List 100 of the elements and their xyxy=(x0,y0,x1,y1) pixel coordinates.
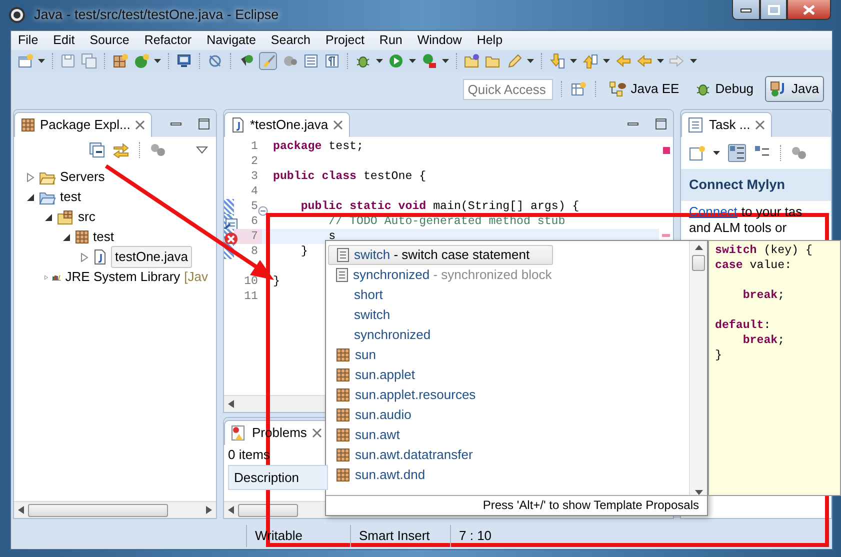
list-icon[interactable] xyxy=(303,53,319,69)
completion-item[interactable]: sun xyxy=(328,345,689,365)
line-number: 8 xyxy=(251,244,258,260)
close-icon[interactable] xyxy=(333,120,344,130)
caret-icon[interactable] xyxy=(603,59,610,63)
class-icon[interactable] xyxy=(133,53,149,69)
menu-item[interactable]: Run xyxy=(379,31,402,50)
scroll-right-icon[interactable] xyxy=(206,506,212,514)
run-tool-icon[interactable] xyxy=(421,53,437,69)
error-overview-marker[interactable] xyxy=(662,147,670,154)
collapse-fold-icon[interactable] xyxy=(258,206,268,216)
view-tab[interactable]: Package Expl... xyxy=(14,112,152,137)
collapsed-triangle-icon[interactable] xyxy=(44,272,48,282)
completion-item[interactable]: synchronized xyxy=(328,325,689,345)
collapsed-triangle-icon[interactable] xyxy=(80,252,89,262)
caret-icon[interactable] xyxy=(38,59,45,63)
completion-item[interactable]: synchronized - synchronized block xyxy=(328,265,689,285)
tree-item[interactable]: test xyxy=(60,187,81,207)
expanded-triangle-icon[interactable] xyxy=(62,232,71,242)
collapsed-triangle-icon[interactable] xyxy=(26,172,35,182)
new-task-icon[interactable] xyxy=(689,145,705,161)
caret-icon[interactable] xyxy=(376,59,383,63)
caret-icon[interactable] xyxy=(657,59,664,63)
highlight-toggle-button[interactable] xyxy=(259,52,277,70)
completion-item[interactable]: sun.awt xyxy=(328,425,689,445)
perspective-button[interactable]: Debug xyxy=(690,76,759,102)
caret-icon[interactable] xyxy=(527,59,534,63)
menu-item[interactable]: Project xyxy=(326,31,364,50)
scroll-left-icon[interactable] xyxy=(228,400,234,408)
scrollbar-thumb[interactable] xyxy=(238,504,298,516)
scrollbar-thumb[interactable] xyxy=(28,504,168,516)
caret-icon[interactable] xyxy=(154,59,161,63)
scroll-left-icon[interactable] xyxy=(18,506,24,514)
caret-icon[interactable] xyxy=(442,59,449,63)
new-file-icon[interactable] xyxy=(17,53,33,69)
gears-icon[interactable] xyxy=(150,142,166,158)
scroll-down-icon[interactable] xyxy=(694,490,702,495)
scrollbar-thumb[interactable] xyxy=(692,255,705,271)
categorized-icon[interactable] xyxy=(729,145,745,161)
tree-item[interactable]: testOne.java xyxy=(111,246,192,268)
up-arrow-icon[interactable] xyxy=(582,53,598,69)
maximize-icon[interactable] xyxy=(655,118,667,130)
link-arrows-icon[interactable] xyxy=(113,142,129,158)
completion-item[interactable]: switch - switch case statement xyxy=(328,245,553,265)
tree-item[interactable]: JRE System Library xyxy=(65,267,180,287)
editor-tab[interactable]: *testOne.java xyxy=(224,112,350,137)
crossed-circle-icon[interactable] xyxy=(207,53,223,69)
minimize-button[interactable] xyxy=(732,0,760,20)
caret-icon[interactable] xyxy=(713,151,720,155)
close-icon[interactable] xyxy=(135,120,146,130)
menu-item[interactable]: Source xyxy=(90,31,130,50)
gears-icon[interactable] xyxy=(791,145,807,161)
scroll-up-icon[interactable] xyxy=(694,245,702,250)
view-tab[interactable]: Task ... xyxy=(681,112,772,137)
run-icon[interactable] xyxy=(388,53,404,69)
error-overview-marker[interactable] xyxy=(662,234,670,237)
completion-item[interactable]: short xyxy=(328,285,689,305)
maximize-icon[interactable] xyxy=(198,118,210,130)
expanded-triangle-icon[interactable] xyxy=(44,212,53,222)
scroll-left-icon[interactable] xyxy=(228,506,234,514)
down-arrow-icon[interactable] xyxy=(549,53,565,69)
open-folder-icon[interactable] xyxy=(464,53,480,69)
package-icon[interactable] xyxy=(112,53,128,69)
back-arrow-icon[interactable] xyxy=(636,53,652,69)
caret-icon[interactable] xyxy=(690,59,697,63)
completion-item[interactable]: sun.applet xyxy=(328,365,689,385)
maximize-button[interactable] xyxy=(760,0,787,20)
pencil-icon[interactable] xyxy=(506,53,522,69)
completion-item[interactable]: switch xyxy=(328,305,689,325)
completion-item[interactable]: sun.audio xyxy=(328,405,689,425)
caret-icon[interactable] xyxy=(570,59,577,63)
perspective-button[interactable]: Java xyxy=(764,76,824,102)
menu-item[interactable]: Search xyxy=(270,31,311,50)
menu-item[interactable]: Refactor xyxy=(144,31,192,50)
perspective-button[interactable]: Java EE xyxy=(604,76,684,102)
completion-item[interactable]: sun.awt.dnd xyxy=(328,465,689,485)
monitor-icon[interactable] xyxy=(176,53,192,69)
close-icon[interactable] xyxy=(312,428,322,438)
open-perspective-icon[interactable] xyxy=(570,81,587,97)
save-all-icon[interactable] xyxy=(81,53,97,69)
menu-item[interactable]: File xyxy=(18,31,38,50)
close-icon[interactable] xyxy=(755,120,766,130)
quick-access-field[interactable]: Quick Access xyxy=(462,78,553,100)
completion-item[interactable]: sun.applet.resources xyxy=(328,385,689,405)
expanded-triangle-icon[interactable] xyxy=(26,192,35,202)
view-menu-icon[interactable] xyxy=(196,146,208,154)
collapse-all-icon[interactable] xyxy=(89,142,105,158)
column-header[interactable]: Description xyxy=(228,464,328,490)
menu-item[interactable]: Window xyxy=(417,31,462,50)
menu-item[interactable]: Navigate xyxy=(206,31,256,50)
paragraph-icon[interactable] xyxy=(324,53,340,69)
tree-item[interactable]: Servers xyxy=(60,167,105,187)
caret-icon[interactable] xyxy=(409,59,416,63)
close-button[interactable] xyxy=(787,0,831,20)
menu-item[interactable]: Edit xyxy=(53,31,75,50)
save-icon[interactable] xyxy=(60,53,76,69)
tree-item[interactable]: src xyxy=(78,207,96,227)
tree-item[interactable]: test xyxy=(93,227,114,247)
menu-item[interactable]: Help xyxy=(476,31,503,50)
completion-item[interactable]: sun.awt.datatransfer xyxy=(328,445,689,465)
